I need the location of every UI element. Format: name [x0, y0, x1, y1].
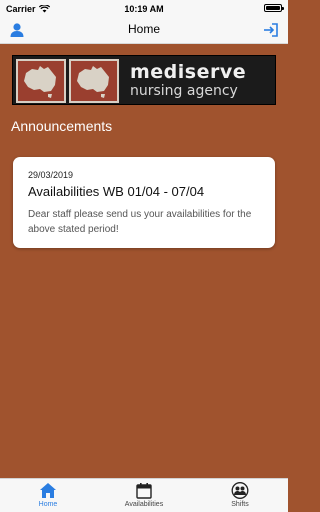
announcements-heading: Announcements [11, 118, 113, 134]
status-time: 10:19 AM [124, 4, 164, 14]
announcement-body: Dear staff please send us your availabil… [28, 209, 252, 235]
status-right [264, 4, 284, 12]
tab-availabilities-label: Availabilities [124, 501, 164, 508]
tab-home-label: Home [38, 501, 58, 508]
tab-availabilities[interactable]: Availabilities [109, 482, 179, 508]
home-icon [40, 483, 56, 498]
announcement-card[interactable]: 29/03/2019 Availabilities WB 01/04 - 07/… [13, 157, 275, 248]
tab-home[interactable]: Home [13, 482, 83, 508]
page-title: Home [127, 22, 160, 36]
logout-icon[interactable] [262, 21, 280, 39]
australia-map-logo [16, 59, 66, 103]
australia-map-logo [69, 59, 119, 103]
tab-shifts-label: Shifts [231, 501, 249, 508]
calendar-icon [136, 483, 152, 499]
brand-subtitle: nursing agency [130, 83, 238, 99]
brand-title: mediserve [130, 61, 247, 83]
announcement-title: Availabilities WB 01/04 - 07/04 [28, 184, 205, 199]
announcement-date: 29/03/2019 [28, 170, 74, 180]
battery-icon [264, 4, 284, 12]
brand-banner: mediserve nursing agency [12, 55, 276, 105]
tab-shifts[interactable]: Shifts [205, 482, 275, 508]
status-bar: Carrier 10:19 AM [0, 0, 288, 18]
group-icon [231, 482, 249, 499]
nav-bar: Home [0, 18, 288, 44]
tab-bar: Home Availabilities Shifts [0, 478, 288, 512]
